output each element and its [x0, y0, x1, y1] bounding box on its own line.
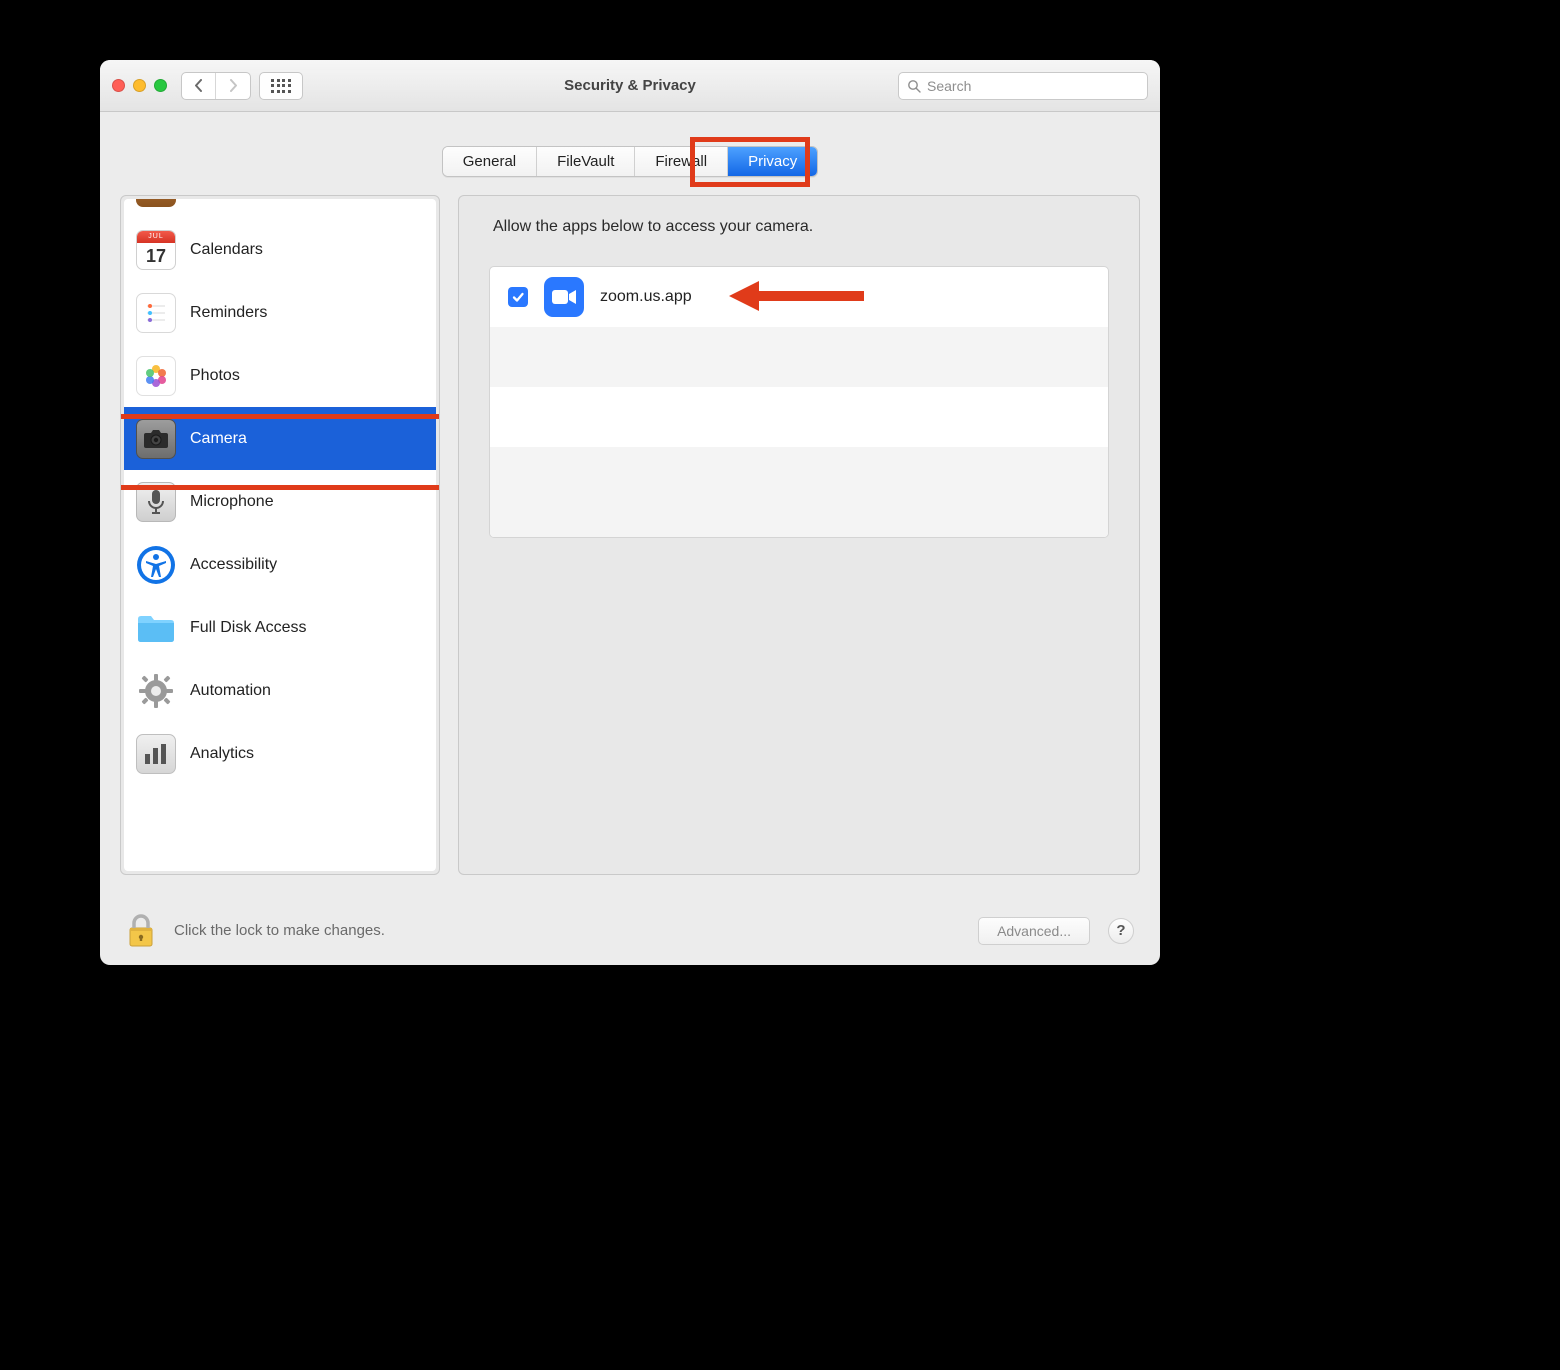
sidebar-item-photos[interactable]: Photos	[124, 344, 436, 407]
sidebar-item-accessibility[interactable]: Accessibility	[124, 533, 436, 596]
sidebar-item-reminders[interactable]: Reminders	[124, 281, 436, 344]
app-row-zoom[interactable]: zoom.us.app	[490, 267, 1108, 327]
folder-icon	[136, 608, 176, 648]
tab-firewall[interactable]: Firewall	[635, 147, 728, 176]
preferences-window: Security & Privacy General FileVault Fir…	[100, 60, 1160, 965]
sidebar-item-microphone[interactable]: Microphone	[124, 470, 436, 533]
sidebar-item-label: Camera	[190, 430, 247, 448]
tab-privacy[interactable]: Privacy	[728, 147, 817, 176]
window-titlebar: Security & Privacy	[100, 60, 1160, 112]
sidebar-item-contacts[interactable]: Contacts	[124, 199, 436, 218]
back-button[interactable]	[182, 73, 216, 99]
sidebar-item-label: Full Disk Access	[190, 619, 306, 637]
window-controls	[112, 79, 167, 92]
camera-icon	[136, 419, 176, 459]
app-name: zoom.us.app	[600, 288, 692, 306]
app-permission-panel: Allow the apps below to access your came…	[458, 195, 1140, 875]
sidebar-item-label: Photos	[190, 367, 240, 385]
app-row-empty	[490, 447, 1108, 537]
sidebar-item-label: Microphone	[190, 493, 274, 511]
window-footer: Click the lock to make changes. Advanced…	[100, 895, 1160, 965]
lock-hint-text: Click the lock to make changes.	[174, 922, 385, 939]
sidebar-item-label: Automation	[190, 682, 271, 700]
content-area: Contacts JUL 17 Calendars	[100, 195, 1160, 895]
help-button[interactable]: ?	[1108, 918, 1134, 944]
grid-icon	[271, 79, 291, 93]
chevron-right-icon	[228, 79, 239, 92]
privacy-category-panel: Contacts JUL 17 Calendars	[120, 195, 440, 875]
gear-icon	[136, 671, 176, 711]
accessibility-icon	[136, 545, 176, 585]
permission-description: Allow the apps below to access your came…	[493, 218, 1109, 236]
zoom-icon	[544, 277, 584, 317]
zoom-window-button[interactable]	[154, 79, 167, 92]
microphone-icon	[136, 482, 176, 522]
advanced-button[interactable]: Advanced...	[978, 917, 1090, 945]
sidebar-item-analytics[interactable]: Analytics	[124, 722, 436, 785]
sidebar-item-automation[interactable]: Automation	[124, 659, 436, 722]
search-icon	[907, 79, 921, 93]
tab-filevault[interactable]: FileVault	[537, 147, 635, 176]
show-all-button[interactable]	[259, 72, 303, 100]
sidebar-item-label: Analytics	[190, 745, 254, 763]
lock-icon[interactable]	[126, 913, 156, 949]
chevron-left-icon	[193, 79, 204, 92]
analytics-icon	[136, 734, 176, 774]
photos-icon	[136, 356, 176, 396]
close-window-button[interactable]	[112, 79, 125, 92]
app-list: zoom.us.app	[489, 266, 1109, 538]
sidebar-item-camera[interactable]: Camera	[124, 407, 436, 470]
app-checkbox[interactable]	[508, 287, 528, 307]
tab-general[interactable]: General	[443, 147, 537, 176]
forward-button[interactable]	[216, 73, 250, 99]
sidebar-item-label: Reminders	[190, 304, 267, 322]
minimize-window-button[interactable]	[133, 79, 146, 92]
sidebar-item-label: Calendars	[190, 241, 263, 259]
app-row-empty	[490, 387, 1108, 447]
app-row-empty	[490, 327, 1108, 387]
tab-bar: General FileVault Firewall Privacy	[100, 112, 1160, 195]
contacts-icon	[136, 199, 176, 207]
nav-group	[181, 72, 251, 100]
sidebar-item-calendars[interactable]: JUL 17 Calendars	[124, 218, 436, 281]
reminders-icon	[136, 293, 176, 333]
search-field[interactable]	[898, 72, 1148, 100]
sidebar-item-label: Accessibility	[190, 556, 277, 574]
search-input[interactable]	[927, 78, 1139, 94]
checkmark-icon	[511, 290, 525, 304]
calendar-icon: JUL 17	[136, 230, 176, 270]
tab-segmented-control: General FileVault Firewall Privacy	[442, 146, 819, 177]
privacy-category-list[interactable]: Contacts JUL 17 Calendars	[124, 199, 436, 871]
sidebar-item-full-disk-access[interactable]: Full Disk Access	[124, 596, 436, 659]
